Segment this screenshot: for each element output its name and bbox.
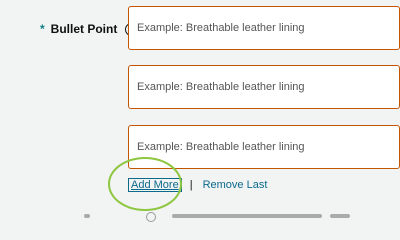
required-marker: * <box>40 22 45 36</box>
field-label-text: Bullet Point <box>50 22 118 36</box>
cut-off-info-icon <box>146 212 156 222</box>
next-field-row-cut-off <box>0 212 400 222</box>
cut-off-text-fragment <box>84 214 90 218</box>
add-more-link[interactable]: Add More <box>128 178 182 192</box>
bullet-point-input-2[interactable] <box>128 65 400 109</box>
action-separator: | <box>189 179 193 191</box>
cut-off-text-fragment <box>330 214 350 218</box>
bullet-point-label: * Bullet Point ? <box>40 22 139 36</box>
bullet-point-input-1[interactable] <box>128 6 400 50</box>
cut-off-text-fragment <box>172 214 322 218</box>
remove-last-link[interactable]: Remove Last <box>203 179 268 191</box>
bullet-point-input-3[interactable] <box>128 125 400 169</box>
bullet-point-actions: Add More | Remove Last <box>128 178 267 192</box>
